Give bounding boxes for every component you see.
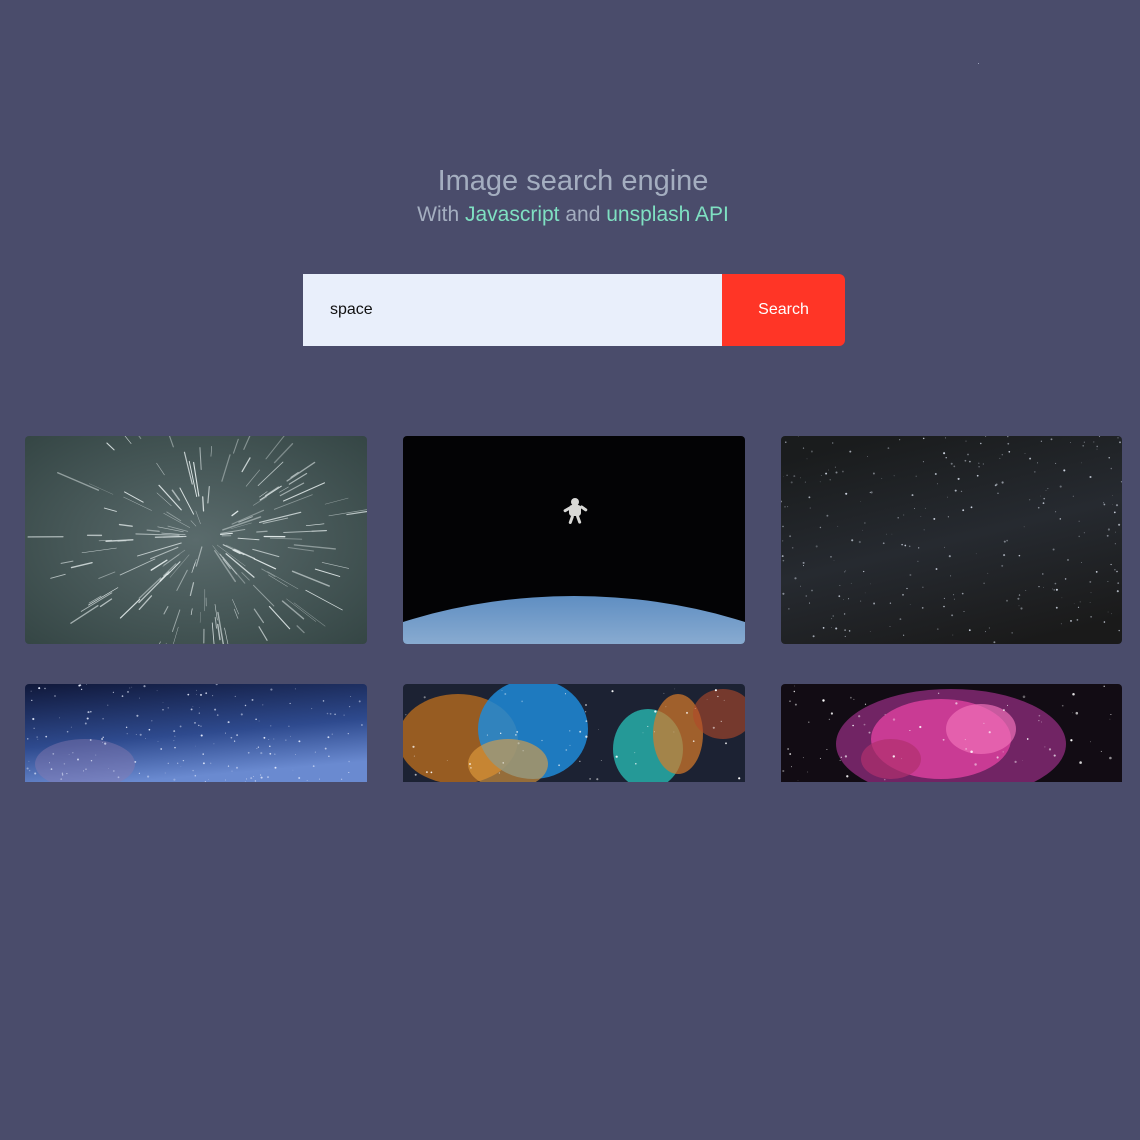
result-image-2[interactable]	[403, 436, 745, 644]
page-subtitle: With Javascript and unsplash API	[0, 199, 1140, 231]
result-image-6[interactable]	[781, 684, 1122, 782]
result-image-4[interactable]	[25, 684, 367, 782]
subtitle-mid: and	[565, 203, 601, 226]
subtitle-prefix: With	[417, 203, 460, 226]
pink-nebula-image	[781, 684, 1122, 782]
result-image-1[interactable]	[25, 436, 367, 644]
search-button[interactable]: Search	[722, 274, 845, 346]
star-streaks-image	[25, 436, 367, 644]
image-search-page: Image search engine With Javascript and …	[0, 0, 1140, 1140]
astronaut-over-earth-image	[403, 436, 745, 644]
page-title: Image search engine	[437, 165, 709, 197]
colorful-nebula-image	[403, 684, 745, 782]
unsplash-api-link[interactable]: unsplash API	[606, 203, 729, 226]
milky-way-image	[781, 436, 1122, 644]
search-form: Search	[303, 274, 845, 346]
search-input[interactable]	[303, 274, 722, 346]
result-image-3[interactable]	[781, 436, 1122, 644]
page-header: Image search engine With Javascript and …	[0, 163, 1140, 231]
stray-dot	[978, 63, 979, 64]
javascript-link[interactable]: Javascript	[465, 203, 560, 226]
blue-starfield-image	[25, 684, 367, 782]
result-image-5[interactable]	[403, 684, 745, 782]
